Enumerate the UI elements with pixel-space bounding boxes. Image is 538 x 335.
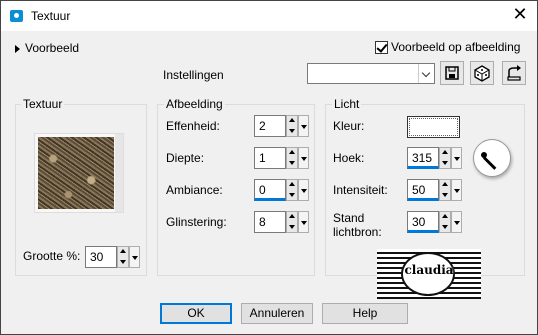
preview-toggle-label: Voorbeeld xyxy=(25,41,80,55)
texture-thumbnail xyxy=(38,137,114,209)
cancel-button[interactable]: Annuleren xyxy=(241,303,313,324)
textuur-dialog: Textuur ✕ Voorbeeld Voorbeeld op afbeeld… xyxy=(0,0,538,335)
shininess-stepper[interactable] xyxy=(286,211,298,233)
ambiance-stepper[interactable] xyxy=(286,179,298,201)
intensity-label: Intensiteit: xyxy=(333,183,388,197)
image-group-title: Afbeelding xyxy=(164,97,225,111)
dice-icon xyxy=(474,65,490,82)
smoothness-input[interactable]: 2 xyxy=(254,115,286,137)
intensity-input[interactable]: 50 xyxy=(407,179,439,201)
size-stepper[interactable] xyxy=(117,246,129,268)
shininess-input[interactable]: 8 xyxy=(254,211,286,233)
settings-label: Instellingen xyxy=(163,68,224,82)
texture-preview[interactable] xyxy=(34,133,124,213)
intensity-stepper[interactable] xyxy=(439,179,451,201)
size-input[interactable]: 30 xyxy=(85,246,117,268)
help-button[interactable]: Help xyxy=(322,303,408,324)
texture-scrollbar[interactable] xyxy=(115,134,123,212)
size-label: Grootte %: xyxy=(23,249,81,263)
shininess-dropdown[interactable] xyxy=(298,211,309,233)
chevron-down-icon[interactable] xyxy=(418,64,434,83)
size-dropdown[interactable] xyxy=(129,246,140,268)
settings-dropdown[interactable] xyxy=(307,63,435,84)
color-label: Kleur: xyxy=(333,119,365,133)
smoothness-dropdown[interactable] xyxy=(298,115,309,137)
expand-arrow-icon xyxy=(15,44,20,53)
floppy-disk-icon xyxy=(445,66,459,80)
reset-icon xyxy=(507,65,521,81)
save-preset-button[interactable] xyxy=(440,61,464,85)
angle-stepper[interactable] xyxy=(439,147,451,169)
depth-input[interactable]: 1 xyxy=(254,147,286,169)
ambiance-dropdown[interactable] xyxy=(298,179,309,201)
ambiance-label: Ambiance: xyxy=(166,183,223,197)
smoothness-label: Effenheid: xyxy=(166,119,220,133)
preview-on-image-label: Voorbeeld op afbeelding xyxy=(391,40,521,54)
light-position-input[interactable]: 30 xyxy=(407,211,439,233)
randomize-button[interactable] xyxy=(470,61,494,85)
light-position-label-line1: Stand xyxy=(333,211,365,225)
angle-label: Hoek: xyxy=(333,151,365,165)
ok-button[interactable]: OK xyxy=(160,303,232,324)
intensity-dropdown[interactable] xyxy=(451,179,462,201)
smoothness-stepper[interactable] xyxy=(286,115,298,137)
depth-stepper[interactable] xyxy=(286,147,298,169)
light-color-swatch[interactable] xyxy=(407,116,460,138)
preview-toggle[interactable]: Voorbeeld xyxy=(15,41,79,55)
checkmark-icon[interactable] xyxy=(375,41,388,55)
angle-dial[interactable] xyxy=(473,139,511,177)
app-icon xyxy=(10,10,23,22)
depth-dropdown[interactable] xyxy=(298,147,309,169)
angle-dropdown[interactable] xyxy=(451,147,462,169)
title-bar: Textuur ✕ xyxy=(1,1,537,31)
angle-input[interactable]: 315 xyxy=(407,147,439,169)
ambiance-input[interactable]: 0 xyxy=(254,179,286,201)
light-position-stepper[interactable] xyxy=(439,211,451,233)
light-position-label-line2: lichtbron: xyxy=(333,225,382,239)
window-title: Textuur xyxy=(31,9,71,23)
watermark-logo: claudia xyxy=(377,249,481,299)
reset-button[interactable] xyxy=(502,61,526,85)
preview-on-image-checkbox[interactable]: Voorbeeld op afbeelding xyxy=(375,40,521,55)
watermark-text: claudia xyxy=(404,263,454,277)
light-position-dropdown[interactable] xyxy=(451,211,462,233)
close-button[interactable]: ✕ xyxy=(509,5,531,27)
depth-label: Diepte: xyxy=(166,151,205,165)
light-group-title: Licht xyxy=(332,97,362,111)
texture-group-title: Textuur xyxy=(21,97,65,111)
shininess-label: Glinstering: xyxy=(166,215,227,229)
